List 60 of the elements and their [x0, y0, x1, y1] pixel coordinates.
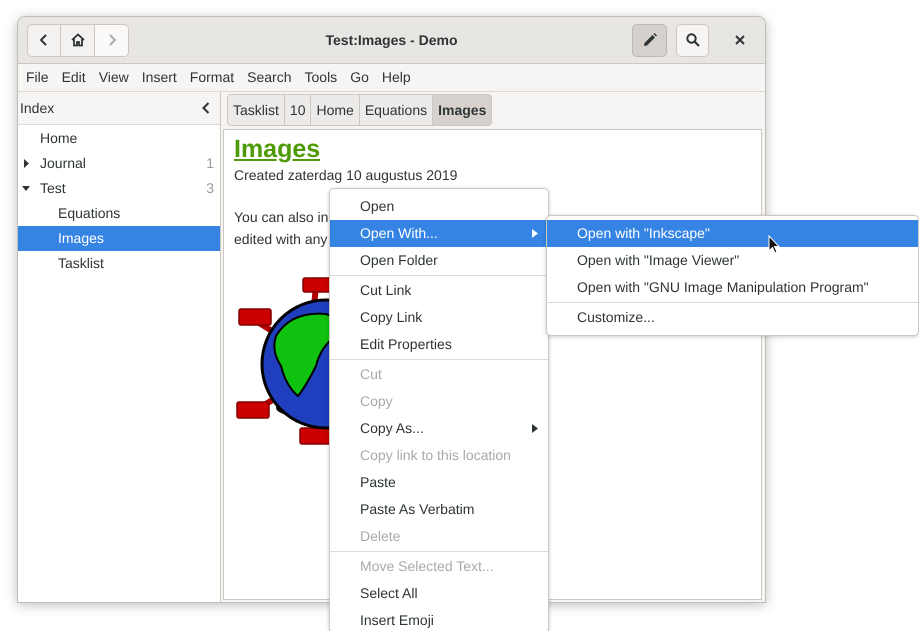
item-count: 3	[206, 179, 214, 198]
menu-item[interactable]: Open Folder	[330, 247, 548, 274]
menu-item[interactable]: Insert	[136, 67, 183, 88]
tree-item[interactable]: Test 3	[18, 176, 220, 201]
created-date-text: Created zaterdag 10 augustus 2019	[234, 166, 458, 185]
menu-item[interactable]: Copy As...	[330, 415, 548, 442]
tree-item[interactable]: Equations	[18, 201, 220, 226]
menu-item: Cut	[359, 365, 383, 384]
home-button[interactable]	[61, 24, 95, 56]
path-button[interactable]: Equations	[360, 94, 434, 126]
menu-item[interactable]: View	[92, 67, 135, 88]
menu-item[interactable]: Help	[376, 67, 417, 88]
tree-item[interactable]: Tasklist	[18, 251, 220, 276]
path-button[interactable]: Images	[433, 94, 492, 126]
menu-item[interactable]: Edit Properties	[330, 331, 548, 358]
menu-item: Move Selected Text...	[359, 557, 495, 576]
menu-item[interactable]: Open with "Image Viewer"	[547, 247, 918, 274]
menu-item[interactable]: File	[20, 67, 55, 88]
menu-item: Delete	[359, 527, 402, 546]
path-button[interactable]: 10	[284, 94, 312, 126]
menu-item[interactable]: Copy Link	[330, 304, 548, 331]
menu-item[interactable]: Select All	[330, 580, 548, 607]
window-title: Test:Images - Demo	[326, 30, 458, 50]
collapsed-triangle-icon[interactable]	[22, 159, 30, 168]
menu-item[interactable]: Customize...	[547, 304, 918, 331]
page-heading: Images	[234, 134, 320, 164]
menu-item[interactable]: Paste	[330, 469, 548, 496]
menu-item[interactable]: Open	[330, 193, 548, 220]
menu-item[interactable]: Format	[184, 67, 240, 88]
menu-item[interactable]: Cut Link	[330, 277, 548, 304]
tree-item[interactable]: Journal 1	[18, 151, 220, 176]
home-icon	[70, 33, 84, 47]
menu-item[interactable]: Search	[241, 67, 298, 88]
expanded-triangle-icon[interactable]	[22, 184, 30, 193]
menu-item: Copy link to this location	[359, 446, 512, 465]
menu-item[interactable]: Tools	[298, 67, 344, 88]
item-count: 1	[206, 154, 214, 173]
menu-item[interactable]: Open With...	[330, 220, 548, 247]
mouse-pointer-icon	[768, 235, 780, 254]
paragraph-text: You can also in	[234, 208, 328, 227]
sidebar-title: Index	[20, 98, 54, 118]
paragraph-text: edited with any	[234, 230, 328, 249]
menu-item[interactable]: Go	[344, 67, 375, 88]
menu-item[interactable]: Paste As Verbatim	[330, 496, 548, 523]
edit-toggle-button[interactable]	[632, 24, 667, 56]
menu-item: Copy	[359, 392, 394, 411]
search-icon	[686, 33, 700, 47]
search-button[interactable]	[676, 24, 709, 56]
menu-item[interactable]: Edit	[56, 67, 92, 88]
path-button[interactable]: Tasklist	[227, 94, 285, 126]
menu-item[interactable]: Insert Emoji	[330, 607, 548, 631]
tree-item[interactable]: Home	[18, 126, 220, 151]
tree-item[interactable]: Images	[18, 226, 220, 251]
menu-item[interactable]: Open with "GNU Image Manipulation Program"	[547, 274, 918, 301]
pencil-icon	[642, 33, 656, 47]
menu-item[interactable]: Open with "Inkscape"	[547, 220, 918, 247]
back-button[interactable]	[27, 24, 61, 56]
collapse-chevron-icon[interactable]	[202, 102, 210, 114]
path-button[interactable]: Home	[311, 94, 360, 126]
close-icon	[735, 35, 745, 45]
